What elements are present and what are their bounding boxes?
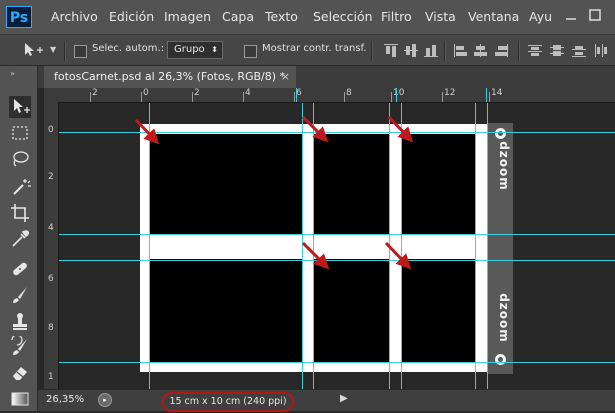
- ruler-tick: [344, 92, 345, 102]
- horizontal-ruler[interactable]: 2 0 2 4 6 8 10 12 14: [44, 88, 615, 103]
- document-size-info[interactable]: 15 cm x 10 cm (240 ppi): [162, 392, 294, 412]
- ruler-label: 0: [48, 125, 54, 135]
- maximize-icon[interactable]: [589, 9, 601, 21]
- red-arrow-icon: [134, 118, 160, 145]
- menu-edicion[interactable]: Edición: [109, 0, 154, 34]
- distribute-bottom-icon[interactable]: [572, 44, 586, 57]
- brush-tool-icon[interactable]: [9, 284, 31, 306]
- align-top-icon[interactable]: [384, 44, 398, 57]
- red-arrow-icon: [384, 241, 412, 270]
- status-menu-arrow-icon[interactable]: ▶: [340, 393, 348, 404]
- separator: [518, 41, 520, 61]
- ruler-label: 0: [143, 88, 149, 98]
- align-right-icon[interactable]: [494, 44, 508, 57]
- menu-imagen[interactable]: Imagen: [164, 0, 211, 34]
- clone-stamp-tool-icon[interactable]: [9, 310, 31, 332]
- ruler-guide-marker: [396, 88, 397, 102]
- minimize-icon[interactable]: [565, 9, 577, 21]
- zoom-level[interactable]: 26,35%: [46, 394, 84, 405]
- auto-select-value: Grupo: [174, 44, 205, 55]
- eyedropper-tool-icon[interactable]: [9, 228, 31, 250]
- lasso-tool-icon[interactable]: [9, 148, 31, 170]
- ruler-label: 8: [346, 88, 352, 98]
- status-bar: 26,35% ▸ 15 cm x 10 cm (240 ppi) ▶: [38, 389, 615, 412]
- history-brush-tool-icon[interactable]: [9, 334, 31, 358]
- ruler-label: 2: [92, 88, 98, 98]
- red-arrow-icon: [301, 115, 329, 143]
- menu-archivo[interactable]: Archivo: [51, 0, 98, 34]
- photoshop-logo: Ps: [6, 6, 32, 28]
- ruler-label: 6: [48, 274, 54, 284]
- align-bottom-icon[interactable]: [424, 44, 438, 57]
- preset-dropdown-icon[interactable]: ▼: [50, 45, 56, 54]
- collapse-panel-icon[interactable]: »: [10, 69, 15, 78]
- ruler-tick: [192, 92, 193, 102]
- distribute-top-icon[interactable]: [528, 44, 542, 57]
- share-icon[interactable]: ▸: [98, 393, 112, 407]
- ruler-label: 14: [491, 88, 503, 98]
- ruler-tick: [294, 92, 295, 102]
- menu-vista[interactable]: Vista: [425, 0, 456, 34]
- vertical-ruler[interactable]: 0 2 4 6 8 1: [44, 102, 59, 389]
- ruler-label: 4: [48, 223, 54, 233]
- menu-ayuda[interactable]: Ayu: [529, 0, 552, 34]
- show-transform-label: Mostrar contr. transf.: [262, 43, 367, 54]
- menu-filtro[interactable]: Filtro: [381, 0, 412, 34]
- dropdown-arrow-icon: ⬍: [211, 45, 218, 54]
- ruler-tick: [489, 92, 490, 102]
- ruler-label: 10: [393, 88, 405, 98]
- close-tab-icon[interactable]: ×: [281, 66, 290, 88]
- distribute-vertical-center-icon[interactable]: [550, 44, 564, 57]
- healing-brush-tool-icon[interactable]: [9, 258, 31, 280]
- document-canvas[interactable]: dzoom dzoom: [59, 103, 615, 389]
- align-horizontal-center-icon[interactable]: [474, 44, 488, 57]
- ruler-label: 1: [48, 372, 54, 382]
- separator: [64, 41, 66, 61]
- menu-seleccion[interactable]: Selección: [313, 0, 373, 34]
- annotation-arrows: [134, 115, 414, 270]
- distribute-left-icon[interactable]: [594, 44, 608, 57]
- auto-select-checkbox[interactable]: [74, 45, 87, 58]
- magic-wand-tool-icon[interactable]: [9, 176, 31, 198]
- ruler-tick: [442, 92, 443, 102]
- ruler-tick: [391, 92, 392, 102]
- ruler-tick: [141, 92, 142, 102]
- crop-tool-icon[interactable]: [9, 202, 31, 224]
- separator: [371, 41, 373, 61]
- ruler-tick: [243, 92, 244, 102]
- eraser-tool-icon[interactable]: [9, 362, 31, 384]
- gradient-tool-icon[interactable]: [9, 388, 31, 410]
- move-tool-icon[interactable]: [9, 96, 31, 118]
- rectangular-marquee-tool-icon[interactable]: [9, 122, 31, 144]
- ruler-label: 4: [245, 88, 251, 98]
- options-bar: ▼ Selec. autom.: Grupo ⬍ Mostrar contr. …: [0, 34, 615, 66]
- menu-texto[interactable]: Texto: [265, 0, 298, 34]
- separator: [444, 41, 446, 61]
- move-tool-preset-icon[interactable]: [22, 41, 44, 59]
- ruler-guide-marker: [296, 88, 297, 102]
- menu-bar: Ps Archivo Edición Imagen Capa Texto Sel…: [0, 0, 615, 34]
- red-arrow-icon: [387, 115, 414, 143]
- ruler-label: 8: [48, 323, 54, 333]
- align-left-icon[interactable]: [454, 44, 468, 57]
- tools-panel: »: [0, 66, 38, 411]
- align-vertical-center-icon[interactable]: [404, 44, 418, 57]
- ruler-guide-marker: [486, 88, 487, 102]
- auto-select-label: Selec. autom.:: [92, 43, 165, 54]
- red-arrow-icon: [301, 241, 330, 270]
- ruler-tick: [90, 92, 91, 102]
- show-transform-checkbox[interactable]: [244, 45, 257, 58]
- document-tab[interactable]: fotosCarnet.psd al 26,3% (Fotos, RGB/8) …: [44, 66, 296, 88]
- auto-select-dropdown[interactable]: Grupo ⬍: [167, 41, 223, 59]
- document-tab-title: fotosCarnet.psd al 26,3% (Fotos, RGB/8) …: [54, 70, 286, 83]
- menu-capa[interactable]: Capa: [222, 0, 254, 34]
- ruler-label: 2: [48, 172, 54, 182]
- menu-ventana[interactable]: Ventana: [468, 0, 519, 34]
- ruler-label: 12: [444, 88, 456, 98]
- ruler-label: 2: [194, 88, 200, 98]
